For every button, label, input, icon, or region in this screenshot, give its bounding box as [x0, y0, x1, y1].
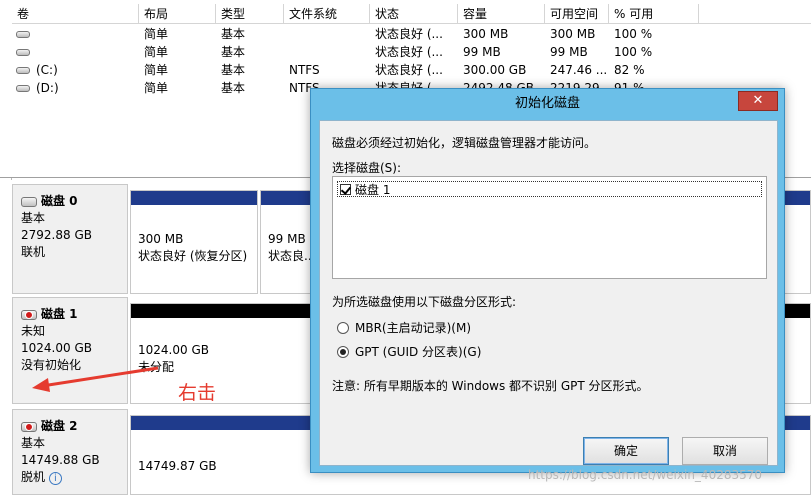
partition-style-label: 为所选磁盘使用以下磁盘分区形式: [332, 295, 517, 309]
volume-row[interactable]: 简单 基本 状态良好 (... 300 MB 300 MB 100 % [12, 25, 712, 43]
disk-error-icon [21, 421, 37, 432]
volume-list-header: 卷 布局 类型 文件系统 状态 容量 可用空间 % 可用 [12, 4, 811, 24]
column-status[interactable]: 状态 [370, 4, 458, 24]
volume-icon [16, 31, 30, 38]
disk-listbox[interactable]: 磁盘 1 [332, 176, 767, 279]
close-button[interactable]: ✕ [738, 91, 778, 111]
mbr-radio[interactable] [337, 321, 349, 334]
disk-0-label[interactable]: 磁盘 0 基本 2792.88 GB 联机 [12, 184, 128, 294]
gpt-radio[interactable] [337, 345, 349, 358]
volume-row[interactable]: 简单 基本 状态良好 (... 99 MB 99 MB 100 % [12, 43, 712, 61]
dialog-intro: 磁盘必须经过初始化，逻辑磁盘管理器才能访问。 [332, 136, 597, 150]
disk-icon [21, 196, 37, 207]
gpt-option[interactable]: GPT (GUID 分区表)(G) [337, 343, 481, 360]
cancel-button[interactable]: 取消 [682, 437, 768, 465]
dialog-title: 初始化磁盘 [514, 96, 580, 111]
column-percent-free[interactable]: % 可用 [609, 4, 699, 24]
volume-icon [16, 49, 30, 56]
volume-row[interactable]: (C:) 简单 基本 NTFS 状态良好 (... 300.00 GB 247.… [12, 61, 712, 79]
column-layout[interactable]: 布局 [139, 4, 216, 24]
annotation-right-click: 右击 [178, 382, 217, 404]
watermark: https://blog.csdn.net/weixin_40283570 [528, 468, 763, 482]
volume-icon [16, 67, 30, 74]
disk-error-icon [21, 309, 37, 320]
select-disk-label: 选择磁盘(S): [332, 161, 402, 175]
partition-bar [781, 191, 810, 205]
column-capacity[interactable]: 容量 [458, 4, 545, 24]
annotation-arrow [32, 366, 159, 392]
partition-recovery[interactable]: 300 MB 状态良好 (恢复分区) [130, 190, 258, 294]
mbr-option[interactable]: MBR(主启动记录)(M) [337, 319, 471, 336]
disk-checkbox[interactable] [340, 183, 351, 195]
partition-bar [131, 191, 257, 205]
column-free-space[interactable]: 可用空间 [545, 4, 609, 24]
column-type[interactable]: 类型 [216, 4, 284, 24]
ok-button[interactable]: 确定 [583, 437, 669, 465]
initialize-disk-dialog: 初始化磁盘 ✕ 磁盘必须经过初始化，逻辑磁盘管理器才能访问。 选择磁盘(S): … [310, 88, 785, 473]
gpt-note: 注意: 所有早期版本的 Windows 都不识别 GPT 分区形式。 [332, 379, 649, 393]
disk-2-label[interactable]: 磁盘 2 基本 14749.88 GB 脱机 i [12, 409, 128, 495]
volume-icon [16, 85, 30, 92]
column-volume[interactable]: 卷 [12, 4, 139, 24]
disk-list-item[interactable]: 磁盘 1 [337, 181, 762, 197]
column-filesystem[interactable]: 文件系统 [284, 4, 370, 24]
close-icon: ✕ [752, 93, 764, 108]
info-icon[interactable]: i [48, 472, 62, 485]
dialog-body: 磁盘必须经过初始化，逻辑磁盘管理器才能访问。 选择磁盘(S): 磁盘 1 为所选… [319, 120, 778, 466]
